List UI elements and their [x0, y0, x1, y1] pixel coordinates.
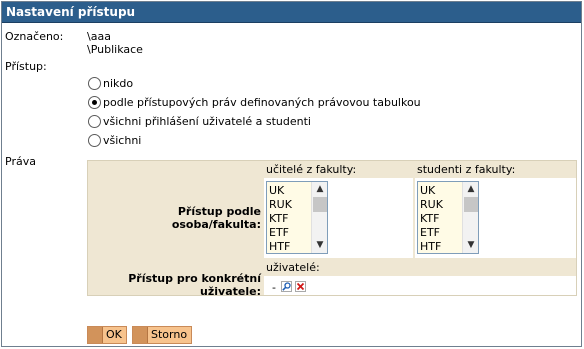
radio-label: nikdo	[103, 77, 134, 90]
radio-button[interactable]	[88, 77, 101, 90]
list-item[interactable]: ETF	[420, 226, 443, 240]
users-header: uživatelé:	[266, 261, 320, 274]
panel-title: Nastavení přístupu	[2, 2, 581, 23]
access-label: Přístup:	[5, 60, 47, 73]
list-item[interactable]: HTF	[269, 240, 292, 253]
cancel-button[interactable]: Storno	[132, 326, 192, 344]
list-item[interactable]: UK	[269, 184, 292, 198]
marked-path-1: \aaa	[87, 30, 111, 43]
radio-label: podle přístupových práv definovaných prá…	[103, 96, 421, 109]
students-column-header: studenti z fakulty:	[417, 163, 516, 176]
radio-option-nikdo[interactable]: nikdo	[88, 77, 133, 90]
list-item[interactable]: KTF	[269, 212, 292, 226]
list-item[interactable]: RUK	[269, 198, 292, 212]
list-item[interactable]: HTF	[420, 240, 443, 253]
scroll-up-arrow-icon[interactable]: ▲	[312, 182, 327, 197]
radio-option-by-table[interactable]: podle přístupových práv definovaných prá…	[88, 96, 421, 109]
rights-label: Práva	[5, 155, 36, 168]
radio-option-everyone[interactable]: všichni	[88, 134, 141, 147]
radio-button-selected[interactable]	[88, 96, 101, 109]
users-value: -	[272, 281, 276, 294]
list-item[interactable]: RUK	[420, 198, 443, 212]
scroll-down-arrow-icon[interactable]: ▼	[312, 238, 327, 253]
marked-path-2: \Publikace	[87, 43, 143, 56]
scrollbar-thumb[interactable]	[313, 197, 327, 212]
marked-label: Označeno:	[5, 30, 64, 43]
listbox-scrollbar[interactable]: ▲ ▼	[311, 182, 327, 253]
list-item[interactable]: ETF	[269, 226, 292, 240]
list-item[interactable]: KTF	[420, 212, 443, 226]
search-icon[interactable]	[281, 281, 292, 292]
radio-button[interactable]	[88, 115, 101, 128]
radio-label: všichni přihlášení uživatelé a studenti	[103, 115, 311, 128]
teachers-column-header: učitelé z fakulty:	[266, 163, 357, 176]
teachers-faculty-listbox[interactable]: UK RUK KTF ETF HTF ▲ ▼	[266, 181, 328, 254]
scrollbar-thumb[interactable]	[464, 197, 478, 212]
delete-icon[interactable]	[295, 281, 306, 292]
radio-option-logged-in[interactable]: všichni přihlášení uživatelé a studenti	[88, 115, 311, 128]
radio-label: všichni	[103, 134, 142, 147]
row-label-specific-users: Přístup pro konkrétní uživatele:	[128, 272, 261, 298]
scroll-up-arrow-icon[interactable]: ▲	[463, 182, 478, 197]
list-item[interactable]: UK	[420, 184, 443, 198]
listbox-scrollbar[interactable]: ▲ ▼	[462, 182, 478, 253]
ok-button[interactable]: OK	[87, 326, 127, 344]
users-cell	[264, 276, 576, 295]
row-label-by-faculty: Přístup podle osoba/fakulta:	[171, 205, 261, 231]
scroll-down-arrow-icon[interactable]: ▼	[463, 238, 478, 253]
students-faculty-listbox[interactable]: UK RUK KTF ETF HTF ▲ ▼	[417, 181, 479, 254]
radio-button[interactable]	[88, 134, 101, 147]
